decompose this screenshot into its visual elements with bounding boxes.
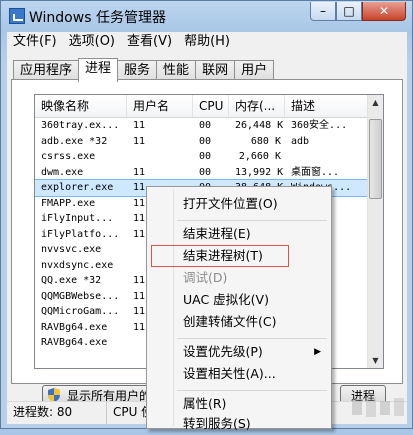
row-memory: 26,448 K (235, 120, 284, 131)
process-row[interactable]: csrss.exe 00 2,660 K (35, 149, 369, 165)
tab-networking[interactable]: 联网 (195, 60, 236, 81)
row-image-name: QQMicroGam... (41, 306, 120, 317)
menu-separator (177, 220, 327, 221)
scroll-down-arrow-icon[interactable]: ▼ (368, 353, 383, 368)
highlight-box (151, 245, 289, 267)
row-memory: 13,992 K (235, 166, 284, 178)
menu-open-file-location[interactable]: 打开文件位置(O) (149, 193, 329, 215)
task-manager-icon (9, 8, 25, 24)
row-image-name: nvxdsync.exe (41, 259, 114, 271)
menu-item-label: 调试(D) (183, 270, 228, 285)
menu-help[interactable]: 帮助(H) (178, 32, 236, 52)
menu-item-label: 设置优先级(P) (183, 344, 263, 359)
menu-options[interactable]: 选项(O) (63, 32, 121, 52)
row-user-name: 11 (133, 166, 146, 178)
maximize-button[interactable]: □ (336, 2, 362, 21)
row-image-name: explorer.exe (41, 182, 114, 193)
row-memory: 680 K (250, 135, 281, 147)
title-bar[interactable]: Windows 任务管理器 – □ ✕ (1, 1, 412, 31)
row-image-name: dwm.exe (41, 166, 84, 178)
row-image-name: QQMGBWebse... (41, 290, 120, 302)
menu-bar: 文件(F) 选项(O) 查看(V) 帮助(H) (7, 32, 407, 53)
vertical-scrollbar[interactable]: ▲ ▼ (367, 95, 383, 368)
row-image-name: RAVBg64.exe (41, 337, 108, 348)
scroll-up-arrow-icon[interactable]: ▲ (368, 95, 383, 110)
row-cpu: 00 (199, 166, 212, 178)
menu-item-label: 结束进程(E) (183, 226, 251, 241)
process-row[interactable]: dwm.exe 11 00 13,992 K 桌面窗... (35, 165, 369, 181)
tab-strip: 应用程序 进程 服务 性能 联网 用户 (13, 58, 275, 82)
row-image-name: nvvsvc.exe (41, 244, 102, 255)
row-image-name: QQ.exe *32 (41, 275, 102, 286)
process-row[interactable]: adb.exe *32 11 00 680 K adb (35, 134, 369, 150)
process-row[interactable]: 360tray.ex... 11 00 26,448 K 360安全... (35, 118, 369, 134)
minimize-button[interactable]: – (310, 2, 336, 21)
row-image-name: FMAPP.exe (41, 197, 96, 209)
menu-go-to-services[interactable]: 转到服务(S) (149, 413, 329, 435)
row-cpu: 00 (199, 135, 212, 147)
submenu-arrow-icon: ▶ (314, 347, 321, 357)
menu-item-label: UAC 虚拟化(V) (183, 292, 269, 307)
row-user-name (127, 149, 193, 165)
menu-item-label: 属性(R) (183, 396, 227, 411)
menu-separator (177, 390, 327, 391)
menu-end-process[interactable]: 结束进程(E) (149, 223, 329, 245)
row-image-name: iFlyPlatfo... (41, 228, 120, 240)
scrollbar-thumb[interactable] (369, 119, 382, 199)
row-user-name: 11 (133, 120, 146, 131)
caption-buttons: – □ ✕ (310, 2, 406, 22)
menu-item-label: 创建转储文件(C) (183, 314, 277, 329)
row-cpu: 00 (199, 151, 212, 162)
column-memory[interactable]: 内存(... (229, 95, 285, 117)
uac-shield-icon (48, 388, 60, 402)
row-description: 360安全... (291, 120, 348, 131)
row-image-name: RAVBg64.exe (41, 321, 108, 333)
tab-applications[interactable]: 应用程序 (13, 60, 80, 81)
column-user-name[interactable]: 用户名 (127, 95, 193, 117)
context-menu: 打开文件位置(O) 结束进程(E) 结束进程树(T) 调试(D) UAC 虚拟化… (146, 186, 332, 431)
row-cpu: 00 (199, 120, 212, 131)
tab-performance[interactable]: 性能 (156, 60, 197, 81)
row-memory: 2,660 K (238, 151, 281, 162)
column-header-row: 映像名称 用户名 CPU 内存(... 描述 (35, 95, 369, 118)
menu-debug: 调试(D) (149, 267, 329, 289)
menu-set-affinity[interactable]: 设置相关性(A)... (149, 363, 329, 385)
menu-create-dump-file[interactable]: 创建转储文件(C) (149, 311, 329, 333)
row-description (285, 149, 369, 165)
watermark-logo-icon (352, 397, 404, 417)
menu-item-label: 设置相关性(A)... (183, 366, 276, 381)
menu-file[interactable]: 文件(F) (7, 32, 63, 52)
menu-set-priority[interactable]: 设置优先级(P) ▶ (149, 341, 329, 363)
tab-services[interactable]: 服务 (117, 60, 158, 81)
menu-view[interactable]: 查看(V) (121, 32, 178, 52)
row-image-name: adb.exe *32 (41, 135, 108, 147)
row-user-name: 11 (133, 135, 146, 147)
column-image-name[interactable]: 映像名称 (35, 95, 127, 117)
menu-separator (177, 338, 327, 339)
menu-item-label: 打开文件位置(O) (183, 196, 278, 211)
row-description: adb (291, 135, 310, 147)
tab-users[interactable]: 用户 (234, 60, 275, 81)
menu-properties[interactable]: 属性(R) (149, 393, 329, 415)
column-cpu[interactable]: CPU (193, 95, 229, 117)
close-button[interactable]: ✕ (362, 2, 406, 21)
row-description: 桌面窗... (291, 166, 340, 178)
window-title: Windows 任务管理器 (29, 10, 166, 26)
row-image-name: iFlyInput... (41, 213, 114, 224)
column-description[interactable]: 描述 (285, 95, 369, 117)
row-image-name: csrss.exe (41, 151, 96, 162)
row-image-name: 360tray.ex... (41, 120, 120, 131)
menu-uac-virtualization[interactable]: UAC 虚拟化(V) (149, 289, 329, 311)
process-count: 进程数: 80 (7, 402, 107, 424)
tab-processes[interactable]: 进程 (78, 58, 119, 82)
